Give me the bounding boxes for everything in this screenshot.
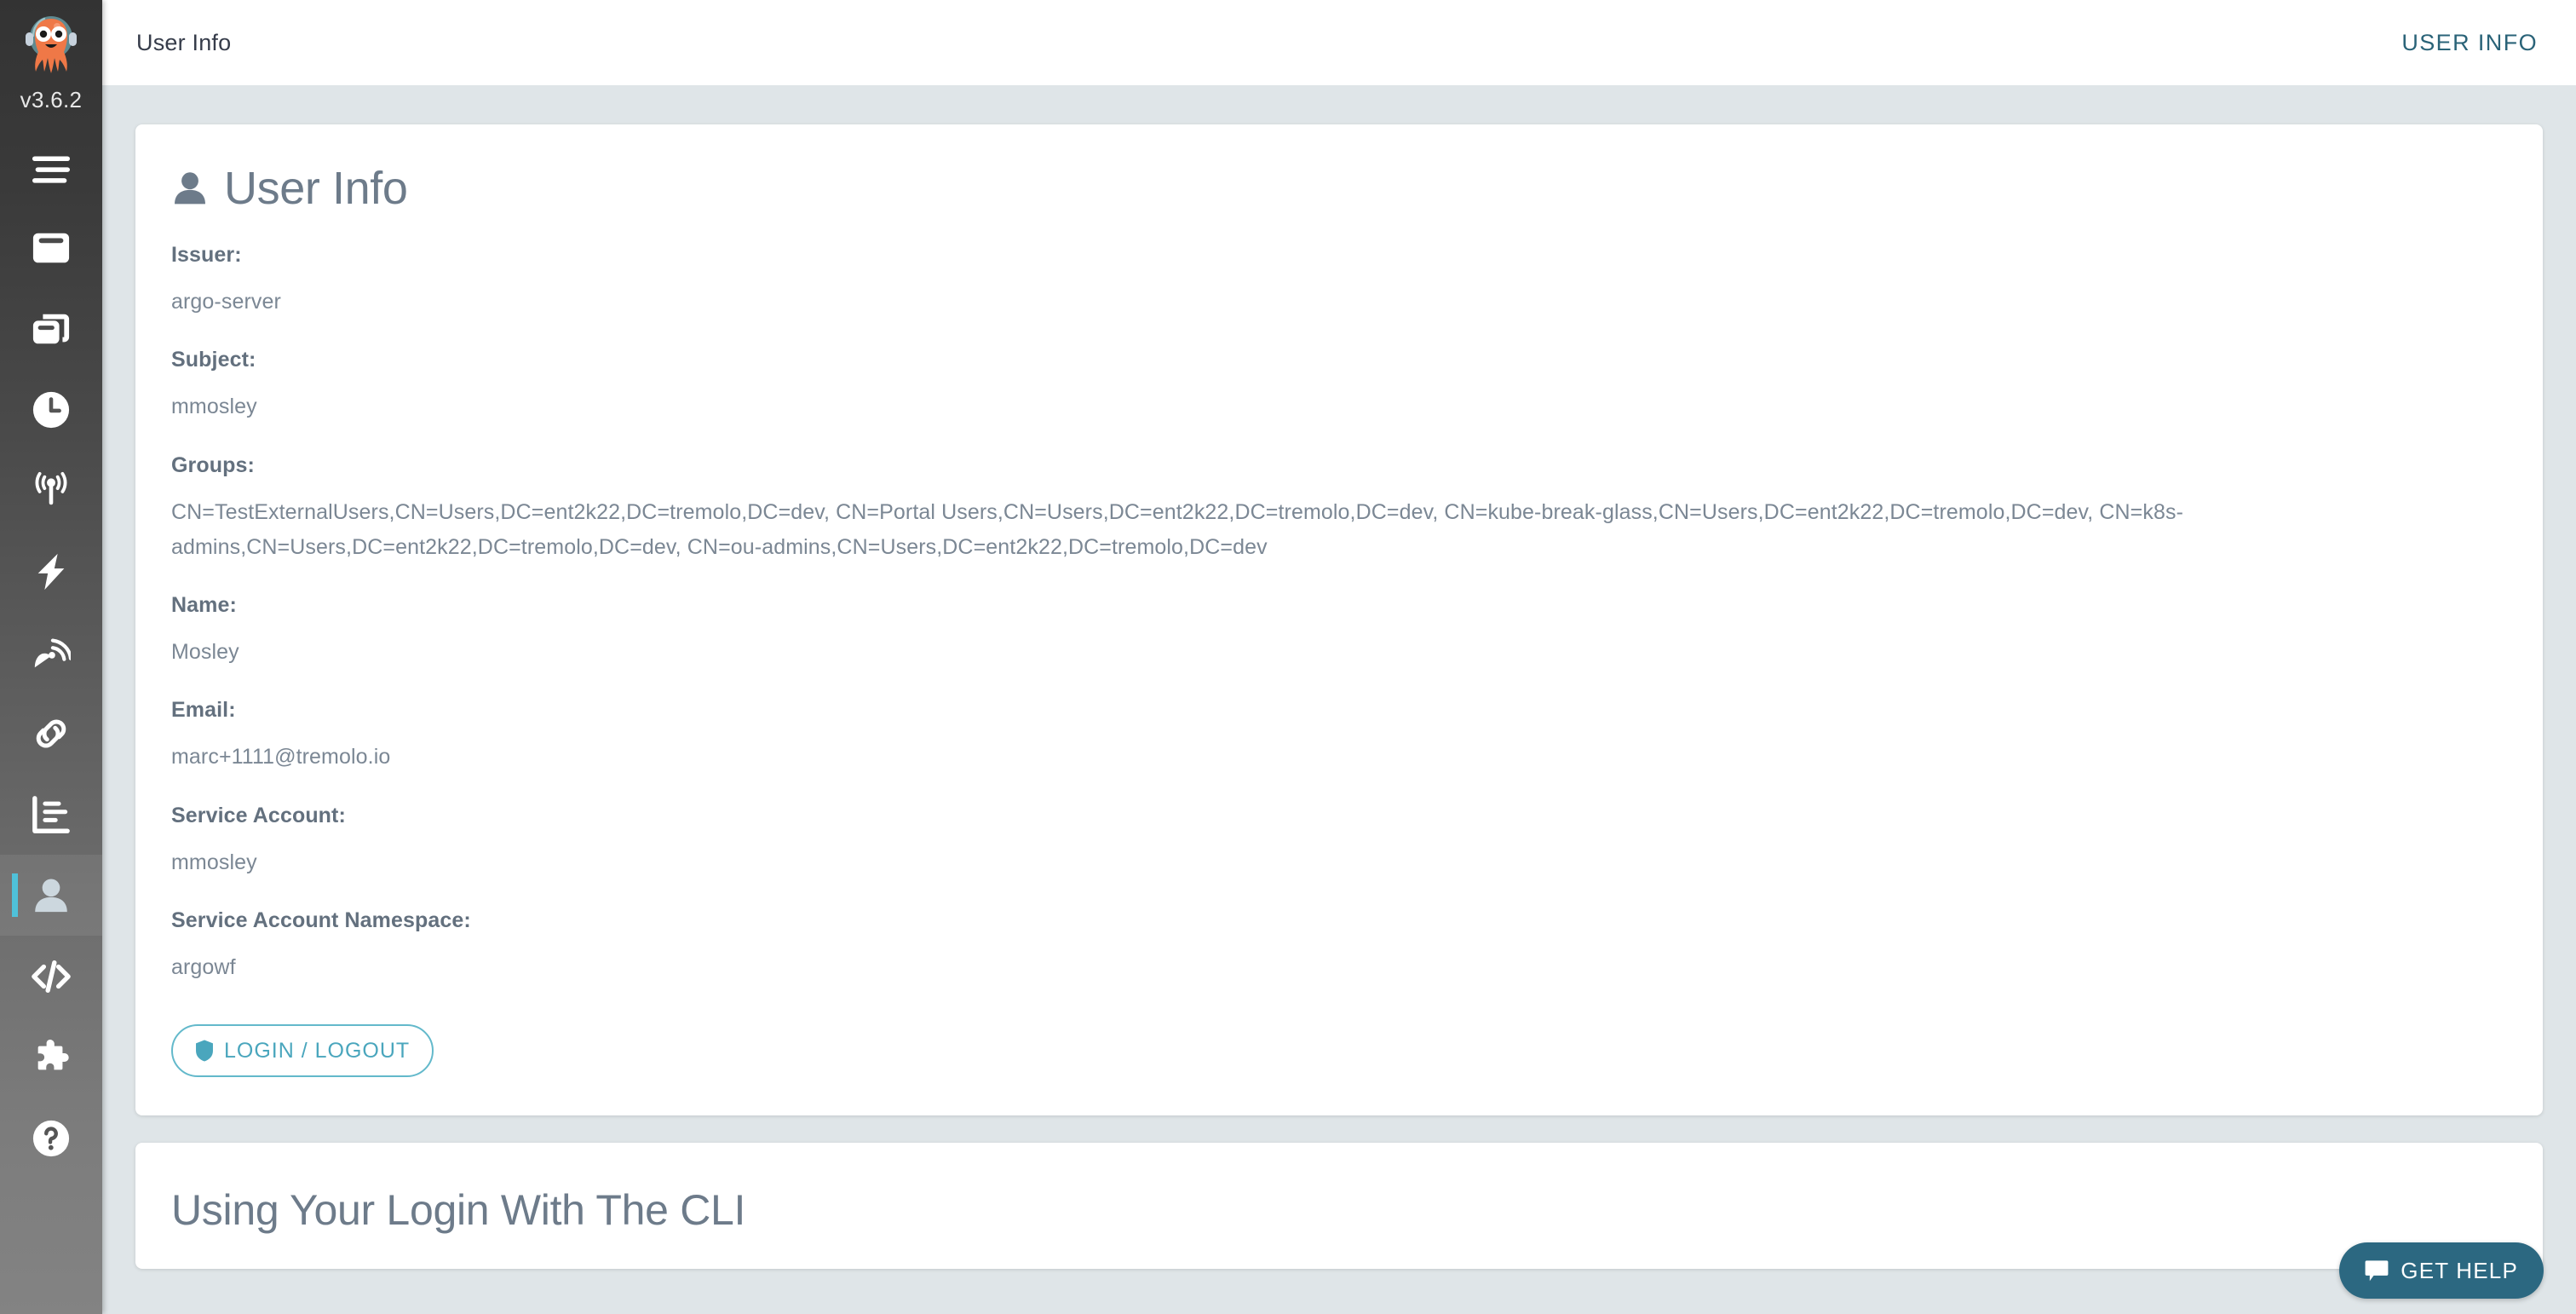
- broadcast-icon: [35, 471, 67, 504]
- chat-bubble-icon: [2365, 1260, 2389, 1282]
- cli-section-title: Using Your Login With The CLI: [171, 1186, 746, 1234]
- login-logout-button[interactable]: LOGIN / LOGOUT: [171, 1024, 434, 1077]
- sidebar-item-workflows[interactable]: [0, 207, 102, 288]
- question-circle-icon: [32, 1120, 70, 1156]
- login-logout-label: LOGIN / LOGOUT: [224, 1038, 411, 1063]
- windows-stack-icon: [32, 314, 70, 343]
- sidebar-item-workflow-templates[interactable]: [0, 288, 102, 369]
- user-info-heading-row: User Info: [170, 162, 2509, 215]
- bar-chart-icon: [32, 795, 70, 833]
- header-breadcrumb-user-info[interactable]: USER INFO: [2401, 30, 2542, 56]
- sidebar-item-workflow-event-bindings[interactable]: [0, 693, 102, 774]
- field-label: Email:: [171, 698, 236, 723]
- shield-icon: [196, 1040, 213, 1062]
- sidebar-item-menu-toggle[interactable]: [0, 134, 102, 207]
- field-label: Subject:: [171, 348, 256, 372]
- link-icon: [36, 718, 66, 748]
- satellite-dish-icon: [34, 638, 71, 667]
- sidebar-item-event-flow[interactable]: [0, 450, 102, 531]
- top-header: User Info USER INFO: [102, 0, 2576, 85]
- field-subject: Subject: mmosley: [170, 348, 2509, 424]
- get-help-button[interactable]: GET HELP: [2339, 1242, 2544, 1299]
- field-value: Mosley: [171, 640, 239, 664]
- field-value: CN=TestExternalUsers,CN=Users,DC=ent2k22…: [171, 499, 2184, 559]
- sidebar-item-user-info[interactable]: [0, 855, 102, 936]
- field-email: Email: marc+1111@tremolo.io: [170, 698, 2509, 775]
- get-help-label: GET HELP: [2401, 1257, 2518, 1283]
- field-name: Name: Mosley: [170, 593, 2509, 670]
- puzzle-icon: [37, 1039, 69, 1069]
- user-info-card: User Info Issuer: argo-server Subject: m…: [135, 124, 2543, 1115]
- bolt-icon: [37, 553, 65, 590]
- field-label: Groups:: [171, 452, 255, 477]
- field-label: Service Account Namespace:: [171, 908, 471, 932]
- sidebar-item-sensors[interactable]: [0, 612, 102, 693]
- field-issuer: Issuer: argo-server: [170, 243, 2509, 320]
- sidebar-item-api-docs[interactable]: [0, 936, 102, 1017]
- user-info-heading: User Info: [224, 163, 408, 214]
- field-value: mmosley: [171, 850, 257, 874]
- cli-section-card: Using Your Login With The CLI: [135, 1143, 2543, 1269]
- field-value: mmosley: [171, 395, 257, 419]
- field-service-account-namespace: Service Account Namespace: argowf: [170, 908, 2509, 985]
- field-value: marc+1111@tremolo.io: [171, 745, 391, 769]
- sidebar: v3.6.2: [0, 0, 102, 1314]
- code-icon: [32, 960, 71, 993]
- user-icon: [35, 878, 67, 912]
- sidebar-item-cron-workflows[interactable]: [0, 369, 102, 450]
- app-logo[interactable]: [0, 0, 102, 85]
- field-label: Name:: [171, 593, 237, 617]
- field-groups: Groups: CN=TestExternalUsers,CN=Users,DC…: [170, 453, 2509, 566]
- argo-octopus-logo-icon: [26, 16, 77, 73]
- sidebar-item-help[interactable]: [0, 1098, 102, 1179]
- user-icon: [175, 172, 205, 205]
- sidebar-item-event-sources[interactable]: [0, 531, 102, 612]
- window-icon: [32, 233, 70, 262]
- sidebar-nav: [0, 134, 102, 1179]
- field-label: Issuer:: [171, 243, 242, 267]
- sidebar-item-plugins[interactable]: [0, 1017, 102, 1098]
- sidebar-item-reports[interactable]: [0, 774, 102, 855]
- page-title: User Info: [136, 29, 232, 55]
- field-value: argowf: [171, 954, 236, 979]
- main-content: User Info Issuer: argo-server Subject: m…: [102, 85, 2576, 1314]
- field-value: argo-server: [171, 290, 281, 314]
- field-label: Service Account:: [171, 803, 346, 827]
- app-version: v3.6.2: [20, 87, 83, 112]
- hamburger-icon: [32, 156, 70, 183]
- field-service-account: Service Account: mmosley: [170, 804, 2509, 880]
- clock-icon: [32, 391, 70, 428]
